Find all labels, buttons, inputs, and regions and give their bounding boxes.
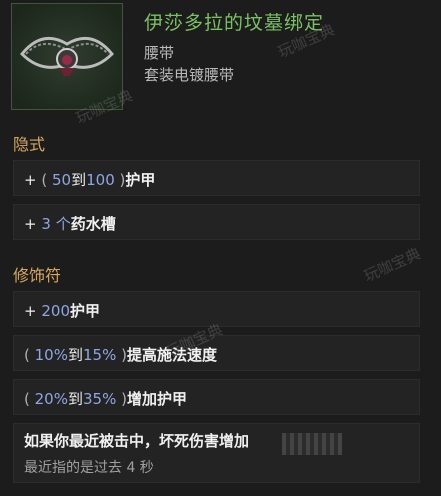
stat-name: 如果你最近被击中，坏死伤害增加 bbox=[24, 432, 250, 450]
item-subtype: 套装电镀腰带 bbox=[144, 66, 235, 84]
implicit-row-text: + ( 50到100 )护甲 bbox=[24, 169, 155, 190]
open-paren: ( bbox=[24, 390, 30, 408]
stat-name: 药水槽 bbox=[70, 215, 116, 233]
implicit-row-text: + 3 个药水槽 bbox=[24, 213, 116, 234]
stat-name: 增加护甲 bbox=[126, 390, 187, 408]
affix-row-necrotic: 如果你最近被击中，坏死伤害增加 最近指的是过去 4 秒 bbox=[13, 423, 420, 483]
affix-row-subtext: 最近指的是过去 4 秒 bbox=[24, 460, 154, 476]
range-max: 35% bbox=[83, 390, 117, 408]
range-to: 到 bbox=[67, 346, 83, 364]
affix-row-text: 如果你最近被击中，坏死伤害增加 bbox=[24, 430, 249, 451]
affix-row-armor-increase: ( 20%到35% )增加护甲 bbox=[13, 379, 420, 415]
range-min: 50 bbox=[52, 171, 72, 189]
implicit-row-potion: + 3 个药水槽 bbox=[13, 204, 420, 240]
range-max: 100 bbox=[86, 171, 115, 189]
plus-sign: + bbox=[24, 215, 37, 233]
affix-row-text: ( 20%到35% )增加护甲 bbox=[24, 388, 187, 409]
implicit-row-armor: + ( 50到100 )护甲 bbox=[13, 160, 420, 196]
affix-row-text: + 200护甲 bbox=[24, 300, 100, 321]
item-type: 腰带 bbox=[144, 44, 175, 62]
range-to: 到 bbox=[71, 171, 87, 189]
open-paren: ( bbox=[24, 346, 30, 364]
open-paren: ( bbox=[41, 171, 48, 189]
plus-sign: + bbox=[24, 171, 37, 189]
stat-unit: 个 bbox=[55, 215, 71, 233]
range-min: 10% bbox=[34, 346, 68, 364]
range-max: 15% bbox=[83, 346, 117, 364]
item-name: 伊莎多拉的坟墓绑定 bbox=[144, 12, 325, 34]
censored-region bbox=[282, 433, 342, 455]
stat-name: 护甲 bbox=[70, 302, 101, 320]
stat-value: 3 bbox=[41, 215, 51, 233]
affix-section-label: 修饰符 bbox=[13, 266, 62, 285]
plus-sign: + bbox=[24, 302, 37, 320]
stat-value: 200 bbox=[41, 302, 70, 320]
implicit-section-label: 隐式 bbox=[13, 135, 46, 154]
item-tooltip: 伊莎多拉的坟墓绑定 腰带 套装电镀腰带 隐式 + ( 50到100 )护甲 + … bbox=[0, 0, 441, 496]
range-to: 到 bbox=[67, 390, 83, 408]
watermark: 玩咖宝典 bbox=[361, 244, 424, 286]
range-min: 20% bbox=[34, 390, 68, 408]
stat-name: 护甲 bbox=[125, 171, 156, 189]
